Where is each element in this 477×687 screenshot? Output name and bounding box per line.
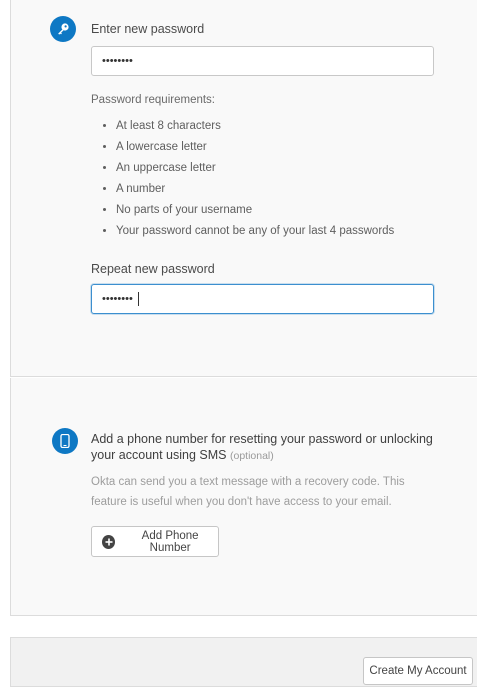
text-caret	[138, 292, 139, 306]
create-account-button[interactable]: Create My Account	[363, 657, 473, 685]
account-setup-page: Enter new password Password requirements…	[0, 0, 477, 687]
requirement-item: At least 8 characters	[103, 118, 394, 139]
requirement-item: A lowercase letter	[103, 139, 394, 160]
phone-section-description: Okta can send you a text message with a …	[91, 476, 405, 508]
repeat-password-input[interactable]	[91, 284, 434, 314]
requirement-item: An uppercase letter	[103, 160, 394, 181]
password-requirements-title: Password requirements:	[91, 94, 215, 106]
plus-icon	[102, 534, 116, 549]
phone-section-title: Add a phone number for resetting your pa…	[91, 431, 436, 464]
add-phone-number-button[interactable]: Add Phone Number	[91, 526, 219, 557]
password-requirements-list: At least 8 characters A lowercase letter…	[103, 118, 394, 244]
requirement-item: A number	[103, 181, 394, 202]
new-password-input[interactable]	[91, 46, 434, 76]
requirement-item: Your password cannot be any of your last…	[103, 223, 394, 244]
phone-icon	[52, 428, 78, 454]
optional-tag: (optional)	[229, 450, 274, 462]
repeat-password-label: Repeat new password	[91, 262, 215, 276]
requirement-item: No parts of your username	[103, 202, 394, 223]
add-phone-number-label: Add Phone Number	[141, 529, 199, 554]
key-icon	[50, 16, 76, 42]
new-password-label: Enter new password	[91, 22, 205, 36]
